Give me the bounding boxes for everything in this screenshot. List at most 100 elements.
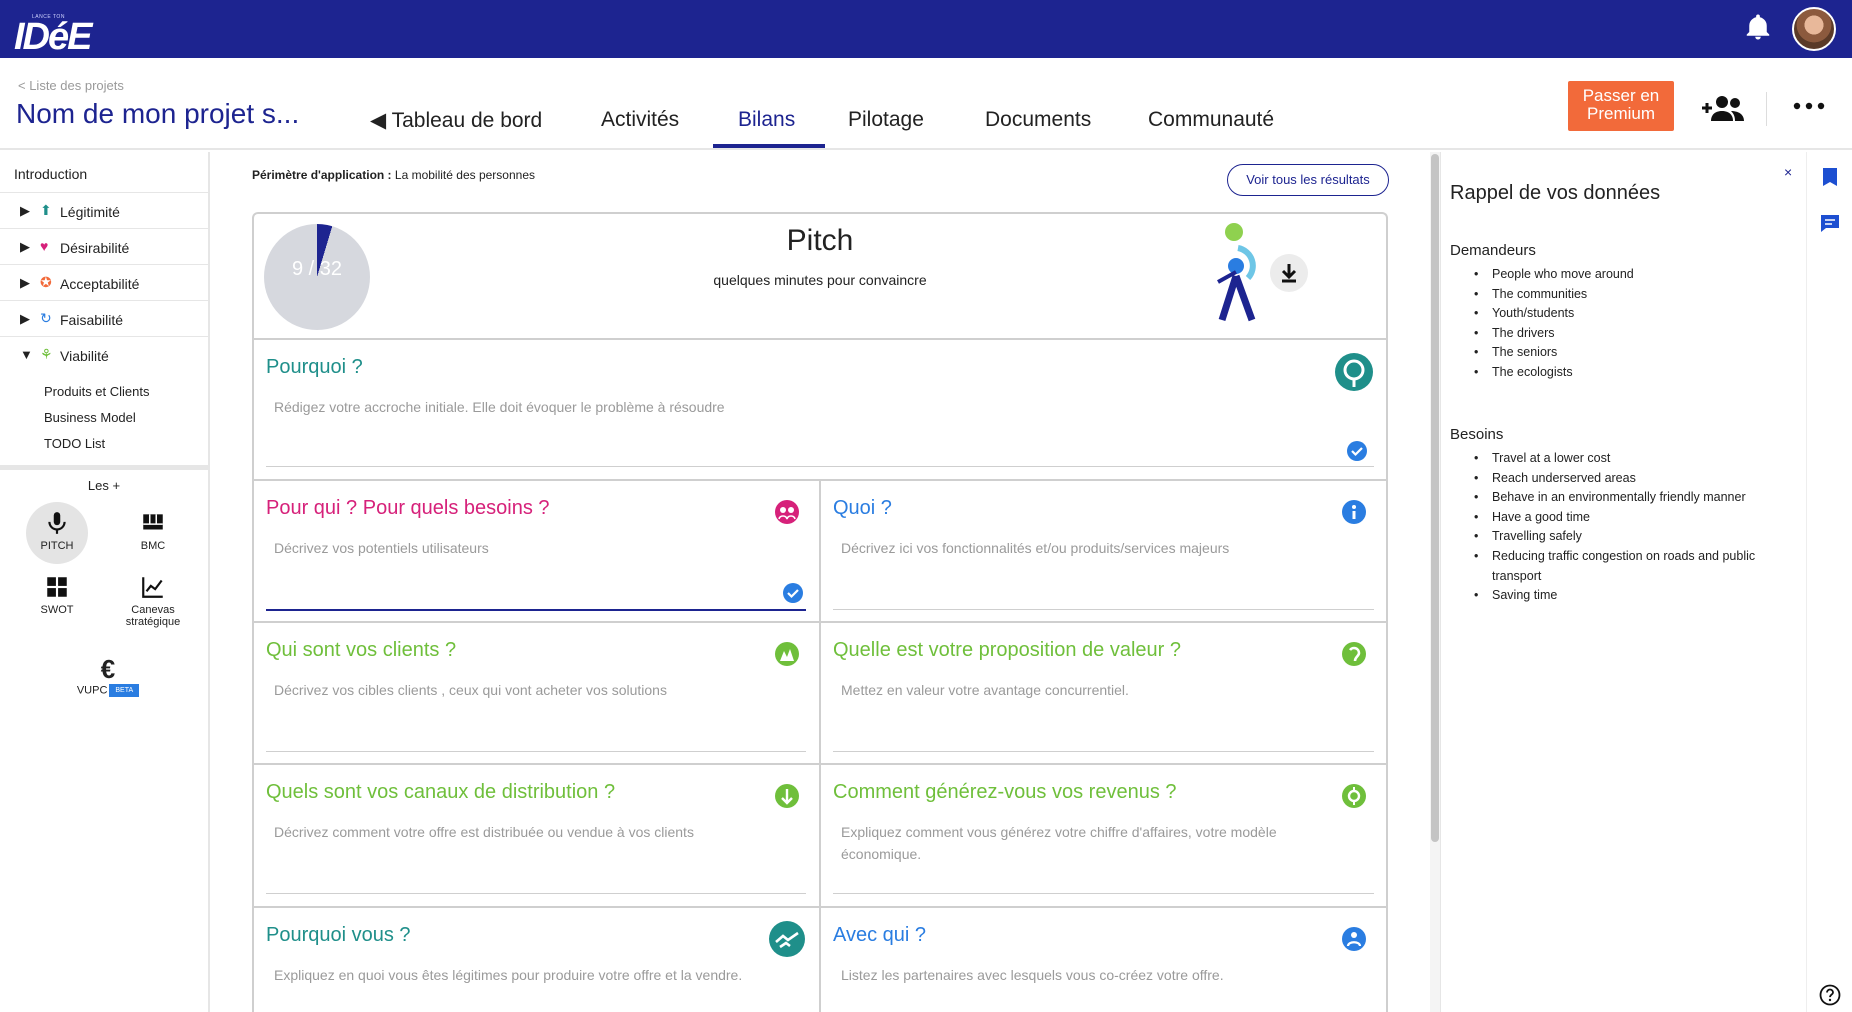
cell-canaux-distribution[interactable]: Quels sont vos canaux de distribution ? … [254,765,818,905]
caret-right-icon: ▶ [20,275,30,290]
cell-hint: Expliquez en quoi vous êtes légitimes po… [274,967,743,983]
cell-avec-qui[interactable]: Avec qui ? Listez les partenaires avec l… [821,908,1386,1012]
cell-underline [833,609,1374,610]
bookmark-icon[interactable] [1819,166,1841,188]
perimetre-application: Périmètre d'application : La mobilité de… [252,168,535,182]
cell-title: Comment générez-vous vos revenus ? [833,781,1177,803]
more-horizontal-icon[interactable] [1792,96,1826,116]
back-to-projects-link[interactable]: < Liste des projets [18,78,124,93]
bell-icon[interactable] [1743,12,1773,42]
voir-tous-resultats-button[interactable]: Voir tous les résultats [1227,164,1389,196]
cell-hint: Mettez en valeur votre avantage concurre… [841,682,1129,698]
sidebar-label: Désirabilité [60,240,130,256]
cell-hint: Décrivez vos cibles clients , ceux qui v… [274,682,667,698]
viabilite-icon: ⚘ [40,346,53,362]
sidebar-divider [0,465,208,470]
list-item: Travel at a lower cost [1474,449,1804,469]
cell-quoi[interactable]: Quoi ? Décrivez ici vos fonctionnalités … [821,481,1386,620]
cell-title: Quelle est votre proposition de valeur ? [833,639,1181,661]
sidebar-item-legitimite[interactable]: ▶ ⬆ Légitimité [0,192,208,228]
perimetre-value: La mobilité des personnes [394,168,535,182]
tab-pilotage[interactable]: Pilotage [848,102,924,150]
sidebar-item-faisabilite[interactable]: ▶ ↻ Faisabilité [0,300,208,336]
cell-pourquoi-vous[interactable]: Pourquoi vous ? Expliquez en quoi vous ê… [254,908,818,1012]
bmc-tool-button[interactable]: BMC [118,510,188,552]
people-icon [775,500,799,524]
list-item: Youth/students [1474,304,1804,324]
pitch-tool-button[interactable]: PITCH [22,510,92,552]
sidebar-item-desirabilite[interactable]: ▶ ♥ Désirabilité [0,228,208,264]
legitimite-icon: ⬆ [40,202,52,218]
list-item: The ecologists [1474,363,1804,383]
besoins-heading: Besoins [1450,426,1504,443]
cell-underline [833,893,1374,894]
sidebar-subitem-todo-list[interactable]: TODO List [44,436,105,451]
cell-clients[interactable]: Qui sont vos clients ? Décrivez vos cibl… [254,623,818,762]
list-item: Travelling safely [1474,527,1804,547]
check-badge-icon[interactable] [782,582,804,604]
premium-button-line2: Premium [1586,104,1655,123]
besoins-list: Travel at a lower cost Reach underserved… [1474,449,1804,606]
euro-icon: € [100,654,116,684]
download-icon [1281,264,1297,283]
microphone-icon [48,512,66,534]
logo-wordmark: IDéE [14,16,92,58]
list-item: Reach underserved areas [1474,469,1804,489]
download-button[interactable] [1270,254,1308,292]
canevas-tool-label-2: stratégique [125,616,181,628]
project-title: Nom de mon projet s... [16,98,300,129]
list-item: People who move around [1474,265,1804,285]
cell-hint-line-2: économique. [841,846,922,862]
user-avatar[interactable] [1792,7,1836,51]
list-item: The seniors [1474,343,1804,363]
comment-icon[interactable] [1819,212,1841,234]
clients-icon [775,642,799,666]
sidebar-subitem-business-model[interactable]: Business Model [44,410,136,425]
demandeurs-list: People who move around The communities Y… [1474,265,1804,383]
sidebar-subitem-produits-clients[interactable]: Produits et Clients [44,384,150,399]
bmc-tool-label: BMC [140,540,166,552]
bmc-grid-icon [143,514,163,530]
main-scrollbar-thumb[interactable] [1431,154,1439,842]
cell-hint: Décrivez comment votre offre est distrib… [274,824,694,840]
help-icon[interactable] [1819,984,1841,1006]
vupc-tool-button[interactable]: € VUPC BETA [62,656,154,697]
swot-grid-icon [47,577,67,597]
cell-underline-focused [266,609,806,611]
cell-underline [266,893,806,894]
cell-underline [833,751,1374,752]
tab-bilans[interactable]: Bilans [738,102,795,150]
app-logo[interactable]: LANCE TON IDéE [14,4,108,58]
canevas-tool-button[interactable]: Canevas stratégique [118,574,188,628]
pitch-mascot-icon [1217,223,1256,322]
acceptabilite-icon: ✪ [40,274,52,290]
premium-button[interactable]: Passer en Premium [1568,81,1674,131]
list-item: Saving time [1474,586,1804,606]
sidebar-item-acceptabilite[interactable]: ▶ ✪ Acceptabilité [0,264,208,300]
cell-proposition-valeur[interactable]: Quelle est votre proposition de valeur ?… [821,623,1386,762]
cell-revenus[interactable]: Comment générez-vous vos revenus ? Expli… [821,765,1386,905]
cell-hint: Listez les partenaires avec lesquels vou… [841,967,1224,983]
tab-activites[interactable]: Activités [601,102,679,150]
tab-documents[interactable]: Documents [985,102,1091,150]
info-icon [1342,500,1366,524]
tab-tableau-de-bord[interactable]: ◀ Tableau de bord [370,102,542,150]
top-bar: LANCE TON IDéE [0,0,1852,58]
list-item: The drivers [1474,324,1804,344]
tab-communaute[interactable]: Communauté [1148,102,1274,150]
sidebar-item-introduction[interactable]: Introduction [14,166,87,182]
cell-title: Qui sont vos clients ? [266,639,457,661]
canevas-tool-label-1: Canevas [131,604,175,616]
swot-tool-button[interactable]: SWOT [22,574,92,616]
add-user-icon[interactable] [1700,94,1746,122]
demandeurs-heading: Demandeurs [1450,242,1536,259]
caret-right-icon: ▶ [20,311,30,326]
sidebar-item-viabilite[interactable]: ▼ ⚘ Viabilité [0,336,208,372]
check-badge-icon[interactable] [1346,440,1368,462]
cell-pourquoi[interactable]: Pourquoi ? Rédigez votre accroche initia… [254,340,1386,478]
cell-underline [266,751,806,752]
premium-button-line1: Passer en [1582,86,1660,105]
close-icon[interactable]: × [1784,164,1792,180]
cell-pour-qui[interactable]: Pour qui ? Pour quels besoins ? Décrivez… [254,481,818,620]
pitch-tool-label: PITCH [40,540,74,552]
